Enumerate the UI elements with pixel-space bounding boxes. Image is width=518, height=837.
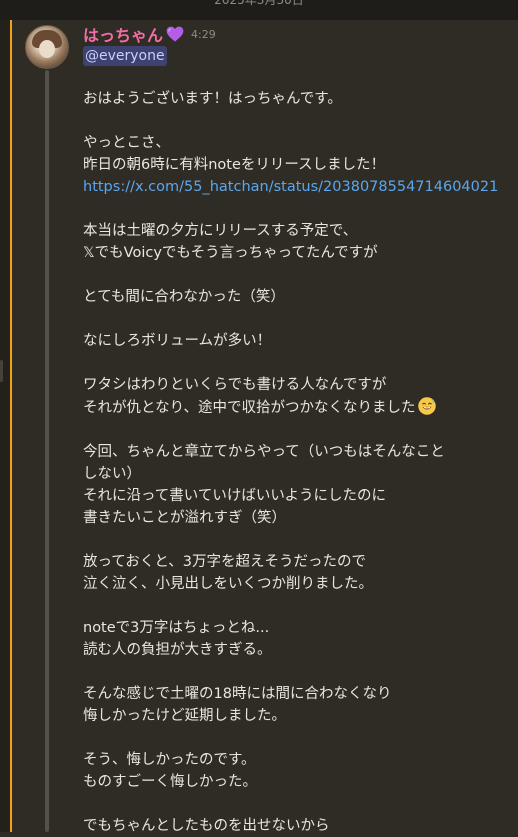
message-text: そんな感じで土曜の18時には間に合わなくなり — [83, 686, 392, 702]
message-line: やっとこさ、 — [83, 132, 503, 154]
mention-everyone[interactable]: @everyone — [83, 46, 167, 66]
message-text: おはようございます！はっちゃんです。 — [83, 91, 342, 107]
message-line: 本当は土曜の夕方にリリースする予定で、 — [83, 220, 503, 242]
left-gutter — [0, 20, 10, 832]
message-line: 泣く泣く、小見出しをいくつか削りました。 — [83, 573, 503, 595]
username[interactable]: はっちゃん — [83, 22, 163, 46]
message-text: 今回、ちゃんと章立てからやって（いつもはそんなこと — [83, 444, 445, 460]
message-text: それに沿って書いていけばいいようにしたのに — [83, 488, 387, 504]
message-line: noteで3万字はちょっとね... — [83, 617, 503, 639]
message-line: ワタシはわりといくらでも書ける人なんですが — [83, 374, 503, 396]
message-text: 泣く泣く、小見出しをいくつか削りました。 — [83, 576, 373, 592]
message-text: 放っておくと、3万字を超えそうだったので — [83, 554, 366, 570]
link-line: https://x.com/55_hatchan/status/20380785… — [83, 176, 503, 198]
message-line: おはようございます！はっちゃんです。 — [83, 88, 503, 110]
date-separator: 2025年3月30日 — [214, 0, 304, 7]
message-line: そう、悔しかったのです。 — [83, 749, 503, 771]
highlight-accent-bar — [10, 20, 12, 832]
avatar[interactable] — [25, 25, 69, 69]
message-content: おはようございます！はっちゃんです。 やっとこさ、昨日の朝6時に有料noteをリリ… — [83, 88, 503, 837]
message-line: 今回、ちゃんと章立てからやって（いつもはそんなこと — [83, 441, 503, 463]
message-text: そう、悔しかったのです。 — [83, 752, 256, 768]
message-text: ワタシはわりといくらでも書ける人なんですが — [83, 377, 387, 393]
message-line: そんな感じで土曜の18時には間に合わなくなり — [83, 683, 503, 705]
message-text: なにしろボリュームが多い！ — [83, 333, 272, 349]
message-line: とても間に合わなかった（笑） — [83, 286, 503, 308]
message-line: ものすごーく悔しかった。 — [83, 771, 503, 793]
message-line: なにしろボリュームが多い！ — [83, 330, 503, 352]
message-line: 悔しかったけど延期しました。 — [83, 705, 503, 727]
message-line: 読む人の負担が大きすぎる。 — [83, 639, 503, 661]
message-line: しない） — [83, 463, 503, 485]
message-link[interactable]: https://x.com/55_hatchan/status/20380785… — [83, 179, 498, 195]
message-text: noteで3万字はちょっとね... — [83, 620, 270, 636]
scroll-indicator[interactable] — [0, 360, 3, 382]
message-header: はっちゃん 4:29 — [83, 23, 216, 45]
purple-heart-icon — [166, 26, 184, 42]
message-text: やっとこさ、 — [83, 135, 170, 151]
message-timestamp: 4:29 — [191, 27, 216, 41]
message-line: それに沿って書いていけばいいようにしたのに — [83, 485, 503, 507]
message-line: 昨日の朝6時に有料noteをリリースしました！ — [83, 154, 503, 176]
message-line: でもちゃんとしたものを出せないから — [83, 815, 503, 837]
message-text: 昨日の朝6時に有料noteをリリースしました！ — [83, 157, 386, 173]
top-bar: 2025年3月30日 — [0, 0, 518, 20]
message-line: 放っておくと、3万字を超えそうだったので — [83, 551, 503, 573]
message-thread-line — [45, 70, 49, 832]
message-text: しない） — [83, 466, 141, 482]
message-text: 読む人の負担が大きすぎる。 — [83, 642, 272, 658]
message-text: それが仇となり、途中で収拾がつかなくなりました — [83, 400, 416, 416]
message-text: ものすごーく悔しかった。 — [83, 774, 257, 790]
message-text: とても間に合わなかった（笑） — [83, 289, 285, 305]
message-line: 𝕏でもVoicyでもそう言っちゃってたんですが — [83, 242, 503, 264]
message-text: 悔しかったけど延期しました。 — [83, 708, 286, 724]
message-text: 書きたいことが溢れすぎ（笑） — [83, 510, 286, 526]
sweat-smile-emoji-icon — [418, 397, 437, 415]
message-line: 書きたいことが溢れすぎ（笑） — [83, 507, 503, 529]
message-text: 本当は土曜の夕方にリリースする予定で、 — [83, 223, 358, 239]
message-text: 𝕏でもVoicyでもそう言っちゃってたんですが — [83, 245, 378, 261]
message-line: それが仇となり、途中で収拾がつかなくなりました — [83, 396, 503, 419]
